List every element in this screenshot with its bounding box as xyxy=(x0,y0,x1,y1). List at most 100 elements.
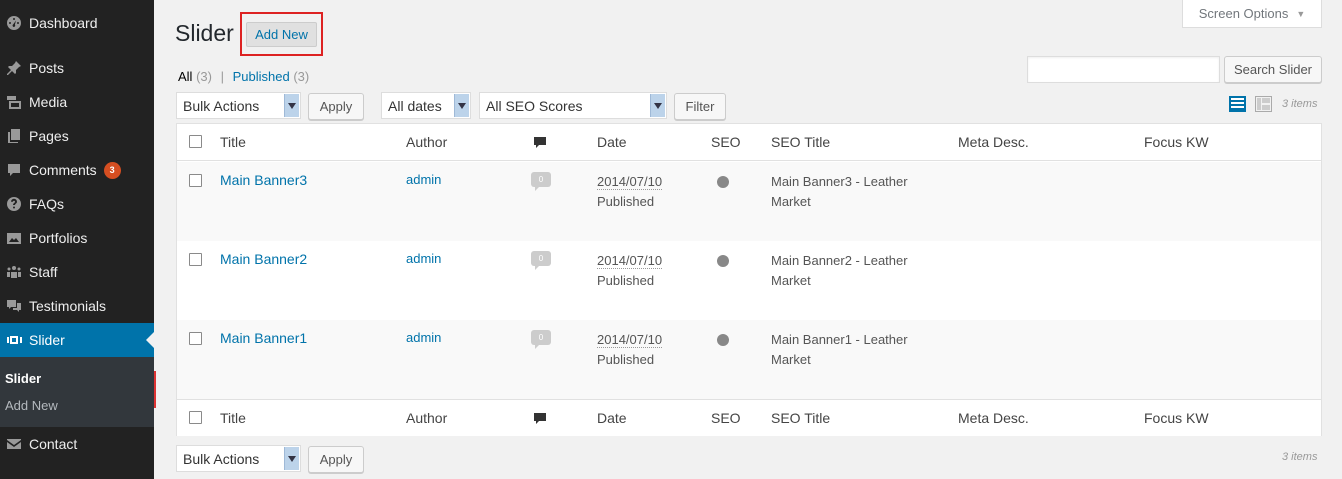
search-input[interactable] xyxy=(1027,56,1220,83)
comments-column-icon[interactable] xyxy=(533,136,547,150)
submenu-item-slider[interactable]: Slider xyxy=(5,371,41,386)
bulk-actions-value: Bulk Actions xyxy=(183,450,260,467)
column-seo[interactable]: SEO xyxy=(711,134,741,150)
column-date[interactable]: Date xyxy=(597,410,627,426)
items-count-top: 3 items xyxy=(1282,98,1318,110)
apply-button-bottom[interactable]: Apply xyxy=(308,446,364,473)
add-new-button[interactable]: Add New xyxy=(246,22,317,47)
column-seo-title[interactable]: SEO Title xyxy=(771,134,830,150)
seo-score-dot xyxy=(717,176,729,188)
chevron-down-icon xyxy=(284,94,299,117)
row-title-link[interactable]: Main Banner3 xyxy=(220,172,307,188)
view-all-link[interactable]: All xyxy=(178,69,192,84)
chevron-down-icon xyxy=(454,94,469,117)
search-button[interactable]: Search Slider xyxy=(1224,56,1322,83)
sidebar-item-posts[interactable]: Posts xyxy=(0,51,154,85)
sidebar-item-contact[interactable]: Contact xyxy=(0,427,154,461)
column-focus-kw[interactable]: Focus KW xyxy=(1144,134,1209,150)
media-icon xyxy=(4,92,24,112)
comment-count-icon[interactable]: 0 xyxy=(531,330,551,349)
sidebar-item-staff[interactable]: Staff xyxy=(0,255,154,289)
items-count-bottom: 3 items xyxy=(1282,451,1318,463)
comments-column-icon[interactable] xyxy=(533,412,547,426)
highlight-marker xyxy=(154,371,156,408)
seo-score-dot xyxy=(717,255,729,267)
bulk-actions-select-bottom[interactable]: Bulk Actions xyxy=(176,445,301,472)
row-title-link[interactable]: Main Banner2 xyxy=(220,251,307,267)
column-title[interactable]: Title xyxy=(220,134,246,150)
pages-icon xyxy=(4,126,24,146)
sidebar-item-slider[interactable]: Slider xyxy=(0,323,154,357)
portfolio-icon xyxy=(4,228,24,248)
seo-scores-filter-select[interactable]: All SEO Scores xyxy=(479,92,667,119)
row-date-value: 2014/07/10 xyxy=(597,174,663,190)
table-row: Main Banner3 admin 0 2014/07/10 Published… xyxy=(177,162,1321,241)
table-row: Main Banner2 admin 0 2014/07/10 Published… xyxy=(177,241,1321,320)
sidebar-item-label: Slider xyxy=(29,332,65,348)
row-checkbox[interactable] xyxy=(189,174,202,187)
column-title[interactable]: Title xyxy=(220,410,246,426)
groups-icon xyxy=(4,262,24,282)
testimonial-icon xyxy=(4,296,24,316)
bulk-actions-select-top[interactable]: Bulk Actions xyxy=(176,92,301,119)
view-published-count: (3) xyxy=(293,69,310,84)
row-date: 2014/07/10 Published xyxy=(597,172,663,212)
select-all-checkbox[interactable] xyxy=(189,135,202,148)
view-separator: | xyxy=(220,69,224,84)
column-seo-title[interactable]: SEO Title xyxy=(771,410,830,426)
select-all-checkbox-footer[interactable] xyxy=(189,411,202,424)
help-icon xyxy=(4,194,24,214)
comments-icon xyxy=(4,160,24,180)
posts-table: Title Author Date SEO SEO Title Meta Des… xyxy=(176,123,1322,436)
page-title: Slider xyxy=(175,20,234,46)
sidebar-item-testimonials[interactable]: Testimonials xyxy=(0,289,154,323)
column-author: Author xyxy=(406,410,448,426)
dates-filter-select[interactable]: All dates xyxy=(381,92,471,119)
sidebar-item-label: Portfolios xyxy=(29,230,88,246)
column-meta-desc[interactable]: Meta Desc. xyxy=(958,410,1029,426)
row-checkbox[interactable] xyxy=(189,332,202,345)
sidebar-item-dashboard[interactable]: Dashboard xyxy=(0,6,154,40)
sidebar-item-label: Contact xyxy=(29,436,78,452)
view-published-link[interactable]: Published xyxy=(233,69,290,84)
row-seo-title: Main Banner2 - Leather Market xyxy=(771,253,908,288)
submenu-item-add-new[interactable]: Add New xyxy=(5,398,58,413)
excerpt-view-icon[interactable] xyxy=(1255,96,1272,112)
caret-down-icon: ▼ xyxy=(1296,8,1306,19)
apply-button-top[interactable]: Apply xyxy=(308,93,364,120)
column-date[interactable]: Date xyxy=(597,134,627,150)
row-author-link[interactable]: admin xyxy=(406,251,441,266)
row-author-link[interactable]: admin xyxy=(406,172,441,187)
column-focus-kw[interactable]: Focus KW xyxy=(1144,410,1209,426)
row-seo-title: Main Banner1 - Leather Market xyxy=(771,332,908,367)
column-seo[interactable]: SEO xyxy=(711,410,741,426)
sidebar-item-faqs[interactable]: FAQs xyxy=(0,187,154,221)
sidebar-item-label: Posts xyxy=(29,60,65,76)
row-status: Published xyxy=(597,273,655,288)
table-footer: Title Author Date SEO SEO Title Meta Des… xyxy=(177,399,1321,436)
dashboard-icon xyxy=(4,13,24,33)
sidebar-item-label: Staff xyxy=(29,264,58,280)
comment-count-icon[interactable]: 0 xyxy=(531,172,551,191)
filter-button[interactable]: Filter xyxy=(674,93,726,120)
row-status: Published xyxy=(597,194,655,209)
row-author-link[interactable]: admin xyxy=(406,330,441,345)
comments-count-badge: 3 xyxy=(103,161,121,179)
list-view-icon[interactable] xyxy=(1229,96,1246,112)
sidebar-item-portfolios[interactable]: Portfolios xyxy=(0,221,154,255)
email-icon xyxy=(4,434,24,454)
sidebar-item-pages[interactable]: Pages xyxy=(0,119,154,153)
column-author: Author xyxy=(406,134,448,150)
seo-filter-value: All SEO Scores xyxy=(486,97,583,114)
screen-options-button[interactable]: Screen Options ▼ xyxy=(1182,0,1322,28)
row-title-link[interactable]: Main Banner1 xyxy=(220,330,307,346)
sidebar-item-label: Media xyxy=(29,94,68,110)
column-meta-desc[interactable]: Meta Desc. xyxy=(958,134,1029,150)
sidebar-item-media[interactable]: Media xyxy=(0,85,154,119)
sidebar-item-label: Comments xyxy=(29,162,97,178)
seo-score-dot xyxy=(717,334,729,346)
sidebar-item-comments[interactable]: Comments 3 xyxy=(0,153,154,187)
comment-count-icon[interactable]: 0 xyxy=(531,251,551,270)
row-checkbox[interactable] xyxy=(189,253,202,266)
dates-filter-value: All dates xyxy=(388,97,442,114)
